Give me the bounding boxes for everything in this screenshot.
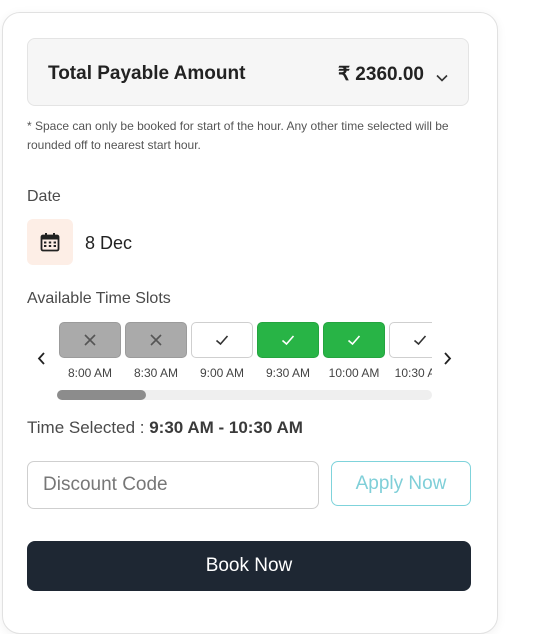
booking-note: * Space can only be booked for start of … (27, 119, 449, 152)
time-slot-label: 10:30 AM (394, 366, 432, 380)
time-slots-scrollbar[interactable] (57, 390, 432, 400)
check-icon (413, 335, 427, 346)
time-slot[interactable]: 9:00 AM (191, 322, 253, 380)
time-slot-box[interactable] (323, 322, 385, 358)
date-label: Date (27, 188, 61, 205)
total-amount: ₹ 2360.00 (337, 64, 424, 85)
calendar-icon (40, 233, 60, 252)
time-slot-label: 8:30 AM (133, 366, 179, 380)
time-slot[interactable]: 10:00 AM (323, 322, 385, 380)
time-selected-label: Time Selected : (27, 418, 145, 437)
apply-now-button[interactable]: Apply Now (331, 461, 471, 506)
check-icon (215, 335, 229, 346)
book-now-button[interactable]: Book Now (27, 541, 471, 591)
time-selected: Time Selected : 9:30 AM - 10:30 AM (27, 418, 303, 438)
chevron-right-icon[interactable] (443, 352, 452, 370)
date-picker-button[interactable] (27, 219, 73, 265)
time-slot-box[interactable] (257, 322, 319, 358)
time-slot-label: 9:00 AM (199, 366, 245, 380)
time-slots-label: Available Time Slots (27, 290, 171, 307)
check-icon (281, 335, 295, 346)
total-label: Total Payable Amount (48, 63, 246, 84)
cross-icon (84, 334, 96, 346)
cross-icon (150, 334, 162, 346)
chevron-left-icon[interactable] (37, 352, 46, 370)
time-slot[interactable]: 9:30 AM (257, 322, 319, 380)
time-slot: 8:00 AM (59, 322, 121, 380)
check-icon (347, 335, 361, 346)
time-slot-label: 10:00 AM (328, 366, 380, 380)
time-slot[interactable]: 10:30 AM (389, 322, 432, 380)
time-selected-value: 9:30 AM - 10:30 AM (149, 418, 303, 437)
chevron-down-icon[interactable] (436, 69, 448, 87)
discount-code-input[interactable] (27, 461, 319, 509)
time-slot: 8:30 AM (125, 322, 187, 380)
scrollbar-thumb[interactable] (57, 390, 146, 400)
time-slot-box[interactable] (389, 322, 432, 358)
time-slot-box[interactable] (191, 322, 253, 358)
total-payable-box[interactable]: Total Payable Amount ₹ 2360.00 (27, 38, 469, 106)
date-value: 8 Dec (85, 233, 133, 253)
time-slot-box (59, 322, 121, 358)
time-slot-label: 9:30 AM (265, 366, 311, 380)
time-slot-label: 8:00 AM (67, 366, 113, 380)
time-slot-box (125, 322, 187, 358)
